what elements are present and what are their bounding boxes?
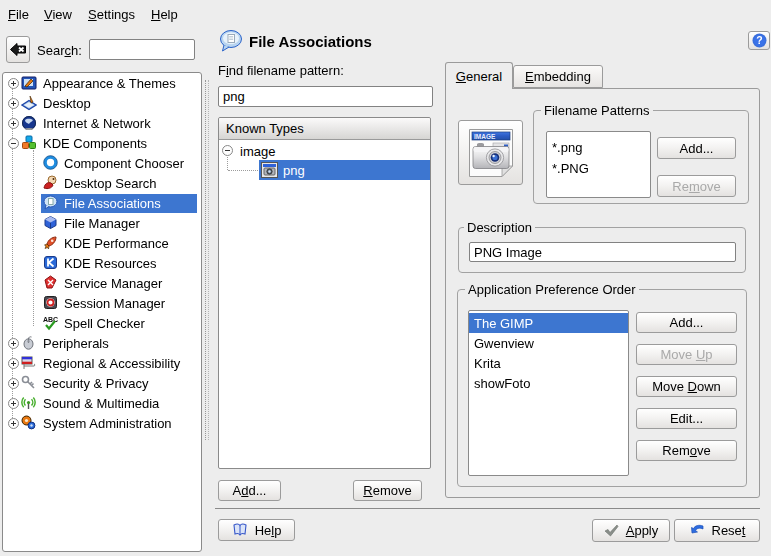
svg-text:?: ?	[756, 34, 762, 46]
svg-text:ABC: ABC	[43, 316, 58, 323]
svg-text:IMAGE: IMAGE	[474, 132, 496, 139]
